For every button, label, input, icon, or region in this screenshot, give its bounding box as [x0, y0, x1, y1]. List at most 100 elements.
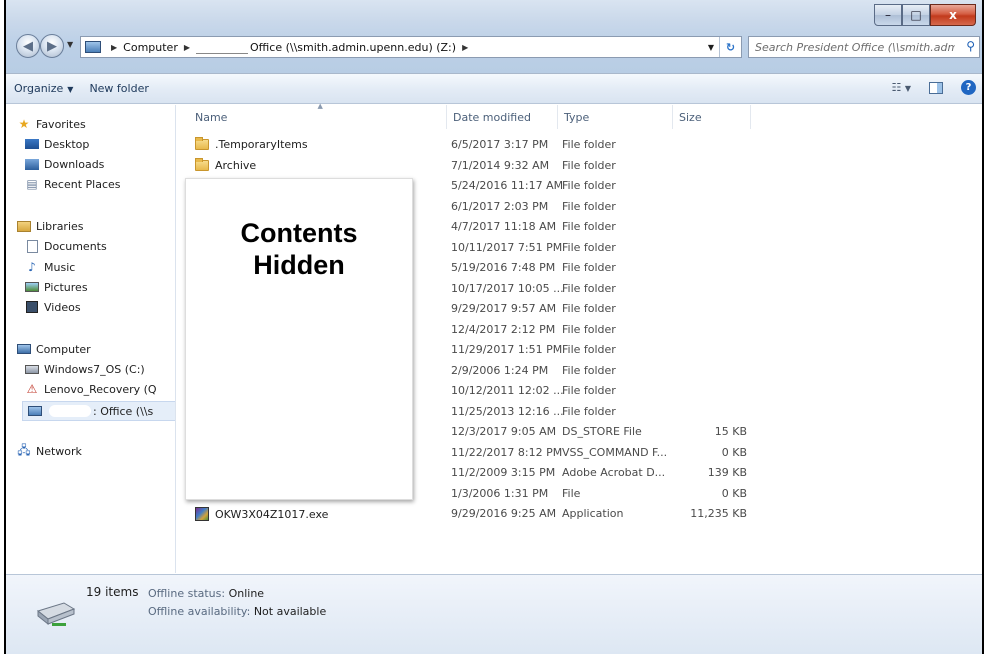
nav-downloads[interactable]: Downloads — [24, 157, 104, 171]
computer-icon — [85, 41, 101, 53]
file-type: File folder — [562, 220, 616, 233]
file-type: File — [562, 486, 581, 500]
organize-button[interactable]: Organize ▼ — [6, 82, 81, 95]
nav-documents[interactable]: Documents — [24, 239, 107, 253]
column-header-type[interactable]: Type — [558, 105, 673, 129]
address-history-dropdown[interactable]: ▼ — [703, 43, 719, 52]
change-view-button[interactable]: ☷ ▼ — [891, 81, 911, 94]
offline-status-value: Online — [228, 587, 265, 600]
column-header-date[interactable]: Date modified — [447, 105, 558, 129]
nav-desktop[interactable]: Desktop — [24, 137, 89, 151]
music-icon: ♪ — [28, 260, 36, 274]
navigation-pane: ★ Favorites Desktop Downloads ▤ Recent Pla… — [6, 105, 176, 573]
chevron-down-icon: ▼ — [904, 84, 911, 93]
file-date: 11/22/2017 8:12 PM — [451, 445, 563, 459]
minimize-button[interactable]: – — [874, 4, 902, 26]
column-header-size[interactable]: Size — [673, 105, 751, 129]
nav-pictures[interactable]: Pictures — [24, 280, 88, 294]
maximize-button[interactable]: □ — [902, 4, 930, 26]
nav-computer[interactable]: Computer — [16, 342, 91, 356]
file-row[interactable]: OKW3X04Z1017.exe 9/29/2016 9:25 AM Applica… — [177, 504, 937, 524]
chevron-down-icon: ▼ — [67, 85, 74, 94]
file-name-cell: Archive — [195, 157, 257, 172]
nav-recent-places[interactable]: ▤ Recent Places — [24, 177, 120, 191]
organize-label: Organize — [14, 82, 64, 95]
file-date: 4/7/2017 11:18 AM — [451, 220, 557, 233]
network-drive-icon — [27, 404, 43, 418]
desktop-icon — [24, 137, 40, 151]
search-input[interactable]: Search President Office (\\smith.admi...… — [748, 36, 980, 58]
nav-favorites[interactable]: ★ Favorites — [16, 117, 86, 131]
file-type: File folder — [562, 158, 616, 172]
file-row[interactable]: .TemporaryItems 6/5/2017 3:17 PM File fold… — [177, 135, 937, 155]
file-name: .TemporaryItems — [215, 138, 308, 151]
file-date: 9/29/2017 9:57 AM — [451, 302, 557, 315]
nav-desktop-label: Desktop — [44, 137, 90, 151]
breadcrumb-computer[interactable]: Computer — [123, 41, 178, 54]
file-size: 11,235 KB — [690, 507, 747, 520]
offline-availability-label: Offline availability: — [148, 605, 251, 618]
nav-drive-q[interactable]: ⚠ Lenovo_Recovery (Q — [24, 382, 157, 396]
sort-ascending-icon: ▲ — [317, 102, 323, 110]
nav-network[interactable]: 🖧 Network — [16, 443, 82, 458]
arrow-left-icon: ◀ — [23, 38, 33, 54]
address-bar[interactable]: ▶ Computer ▶ Office (\\smith.admin.upenn… — [80, 36, 742, 58]
column-name-label: Name — [195, 110, 228, 124]
file-date: 9/29/2016 9:25 AM — [451, 507, 557, 520]
back-button[interactable]: ◀ — [16, 34, 40, 58]
arrow-right-icon: ▶ — [47, 38, 57, 54]
navigation-bar: ◀ ▶ ▼ ▶ Computer ▶ Office (\\smith.admin… — [16, 34, 980, 60]
file-type: File folder — [562, 199, 616, 213]
file-list: ▲ Name Date modified Type Size .Temporar… — [177, 102, 982, 573]
breadcrumb-arrow-icon: ▶ — [183, 42, 190, 52]
help-button[interactable]: ? — [961, 80, 976, 95]
file-type: VSS_COMMAND F... — [562, 445, 668, 459]
nav-pictures-label: Pictures — [44, 280, 88, 294]
column-header-name[interactable]: ▲ Name — [189, 102, 447, 129]
nav-libraries[interactable]: Libraries — [16, 219, 84, 233]
file-date: 12/3/2017 9:05 AM — [451, 425, 557, 438]
redaction-overlay: Contents Hidden — [185, 178, 413, 500]
file-type: File folder — [562, 322, 616, 336]
file-name-cell: OKW3X04Z1017.exe — [195, 507, 328, 521]
nav-music-label: Music — [44, 260, 76, 274]
nav-documents-label: Documents — [44, 239, 107, 253]
offline-status: Offline status: Online — [148, 587, 264, 600]
recent-places-icon: ▤ — [26, 177, 38, 191]
nav-music[interactable]: ♪ Music — [24, 260, 75, 274]
file-date: 11/2/2009 3:15 PM — [451, 466, 556, 479]
forward-button[interactable]: ▶ — [40, 34, 64, 58]
close-button[interactable]: x — [930, 4, 976, 26]
breadcrumb-arrow-icon[interactable]: ▶ — [462, 43, 468, 52]
winrar-archive-icon — [195, 507, 209, 521]
file-size: 0 KB — [721, 445, 747, 459]
offline-status-label: Offline status: — [148, 587, 226, 600]
offline-availability: Offline availability: Not available — [148, 605, 326, 618]
address-controls: ▼ ↻ — [703, 37, 741, 57]
caption-buttons: – □ x — [874, 4, 976, 26]
new-folder-button[interactable]: New folder — [81, 82, 156, 95]
nav-drive-z[interactable]: : Office (\\s — [22, 401, 175, 421]
redaction-label: Contents Hidden — [240, 218, 358, 281]
search-icon[interactable]: ⚲ — [966, 39, 975, 53]
refresh-button[interactable]: ↻ — [719, 37, 741, 57]
file-type: File folder — [562, 138, 616, 151]
pictures-icon — [24, 280, 40, 294]
breadcrumb-drive[interactable]: Office (\\smith.admin.upenn.edu) (Z:) — [250, 41, 456, 54]
file-date: 11/29/2017 1:51 PM — [451, 343, 563, 356]
nav-drive-z-label: : Office (\\s — [93, 404, 154, 418]
nav-drive-c[interactable]: Windows7_OS (C:) — [24, 362, 145, 376]
file-type: File folder — [562, 240, 616, 254]
file-type: Application — [562, 507, 624, 520]
nav-computer-label: Computer — [36, 342, 91, 356]
star-icon: ★ — [18, 117, 30, 131]
folder-icon — [195, 137, 209, 150]
preview-pane-button[interactable] — [929, 81, 943, 94]
folder-icon — [195, 157, 209, 171]
recent-pages-dropdown[interactable]: ▼ — [67, 40, 73, 49]
file-name: Archive — [215, 158, 257, 172]
file-date: 5/19/2016 7:48 PM — [451, 261, 556, 274]
file-row[interactable]: Archive 7/1/2014 9:32 AM File folder — [177, 156, 937, 176]
nav-videos[interactable]: Videos — [24, 300, 81, 314]
file-type: File folder — [562, 179, 616, 192]
